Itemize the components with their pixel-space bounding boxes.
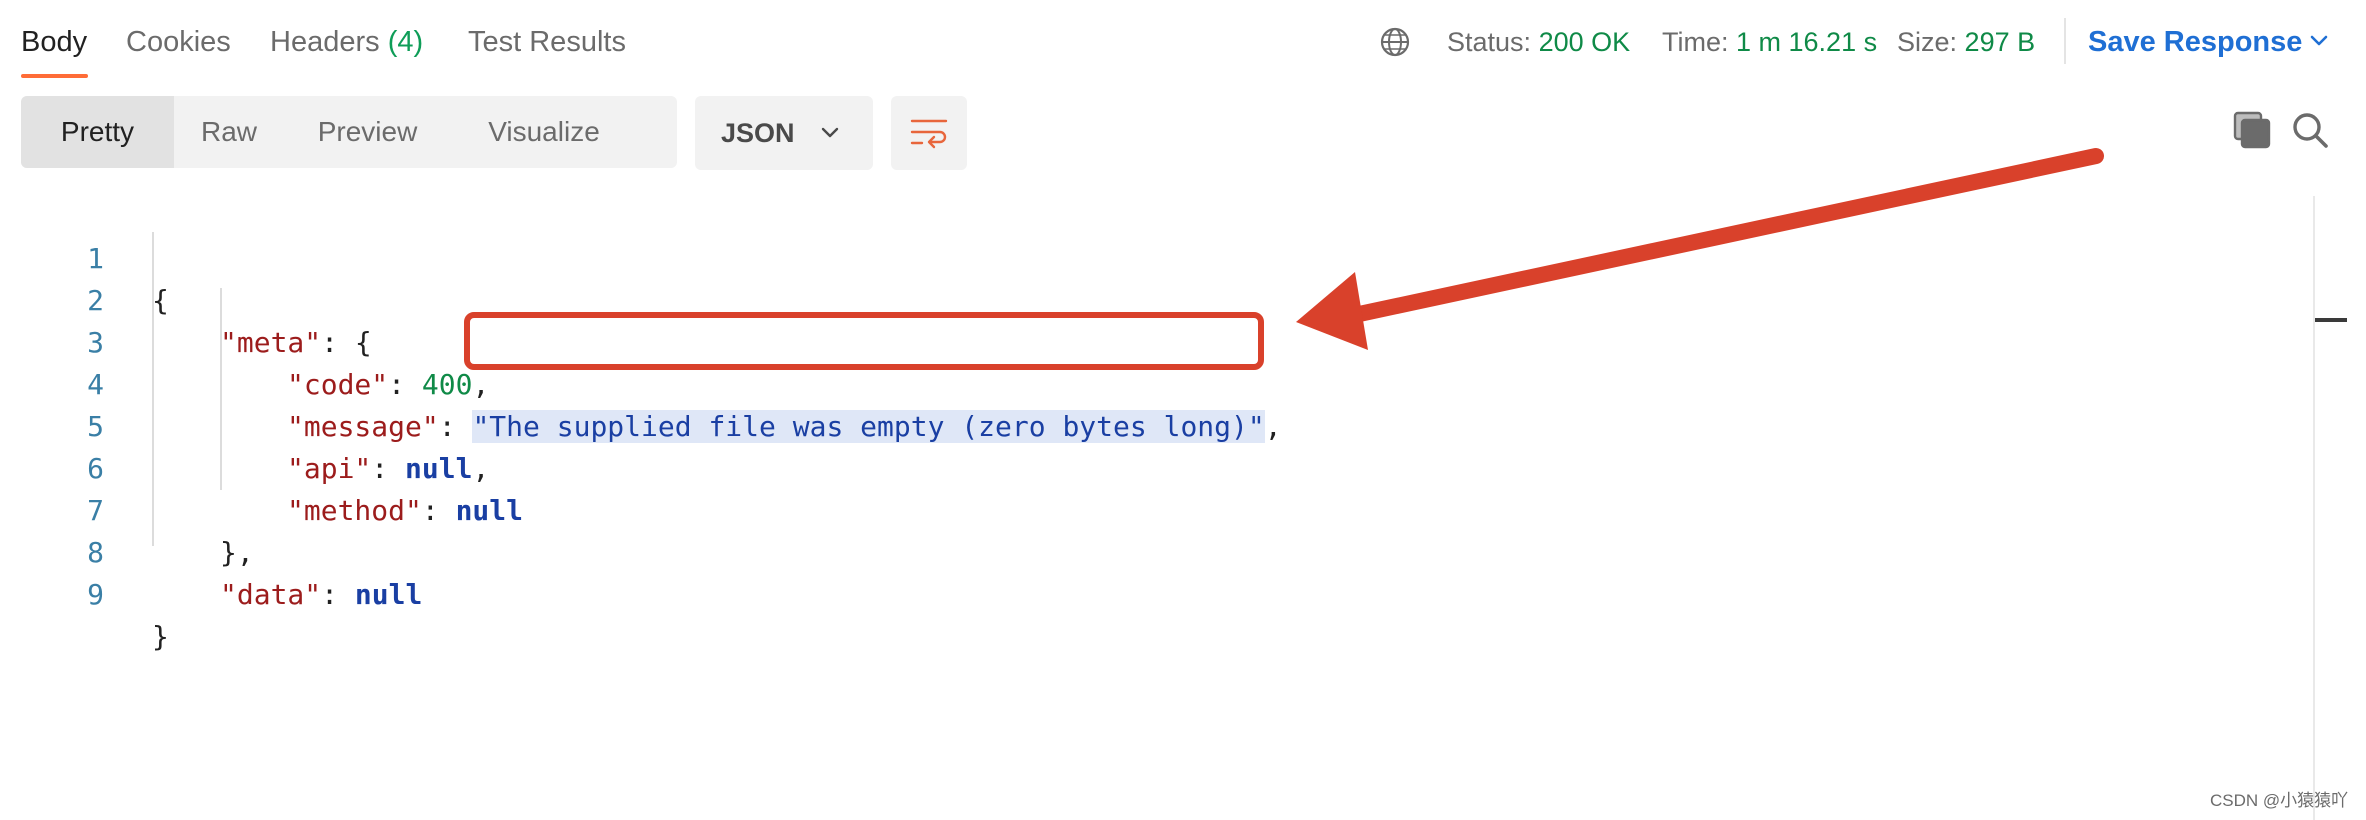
- scroll-position-marker[interactable]: [2315, 318, 2347, 322]
- footer-credit: CSDN @小猿猿吖: [2210, 791, 2349, 810]
- arrow-icon: [1296, 148, 2104, 350]
- vertical-scrollbar[interactable]: [2313, 196, 2315, 820]
